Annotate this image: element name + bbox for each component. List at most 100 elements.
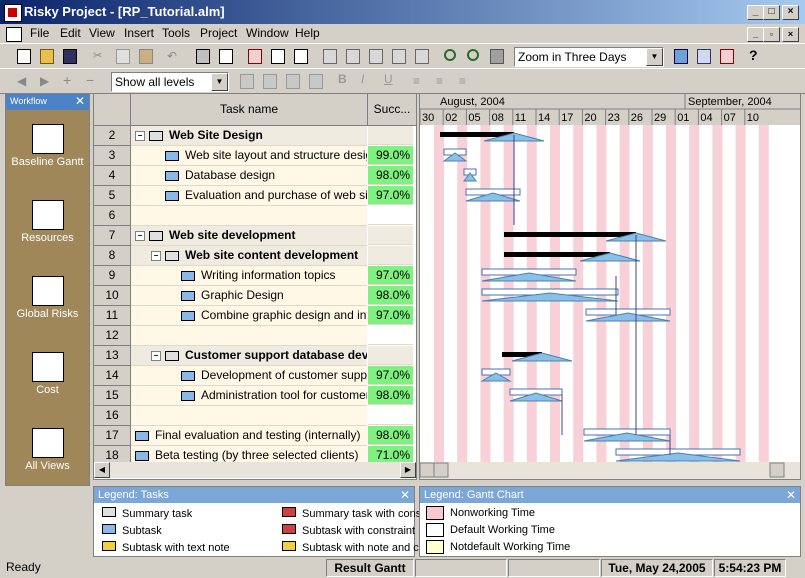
mdi-restore-button[interactable]: ▫ bbox=[763, 27, 780, 42]
paste-button[interactable] bbox=[136, 47, 154, 65]
close-icon[interactable]: ✕ bbox=[75, 94, 85, 108]
table-row[interactable]: 6 bbox=[94, 206, 416, 226]
task-name-cell[interactable]: Evaluation and purchase of web site t bbox=[131, 186, 367, 206]
success-cell[interactable]: 98.0% bbox=[368, 286, 413, 305]
table-row[interactable]: 12 bbox=[94, 326, 416, 346]
task-name-cell[interactable]: Graphic Design bbox=[131, 286, 367, 306]
task-name-cell[interactable]: Database design bbox=[131, 166, 367, 186]
table-row[interactable]: 11 Combine graphic design and inforr 97.0% bbox=[94, 306, 416, 326]
success-cell[interactable]: 97.0% bbox=[368, 366, 413, 385]
task-name-cell[interactable] bbox=[131, 406, 367, 426]
task-name-cell[interactable]: − Web site development bbox=[131, 226, 367, 246]
success-cell[interactable]: 97.0% bbox=[368, 306, 413, 325]
app-icon[interactable] bbox=[4, 4, 22, 22]
success-cell[interactable] bbox=[368, 246, 413, 265]
gantt-view-button[interactable] bbox=[245, 47, 263, 65]
mdi-close-button[interactable]: × bbox=[782, 27, 799, 42]
align-center-icon[interactable]: ≡ bbox=[433, 72, 451, 90]
align-bottom-button[interactable] bbox=[306, 72, 324, 90]
success-cell[interactable] bbox=[368, 226, 413, 245]
task-name-cell[interactable]: − Customer support database dev bbox=[131, 346, 367, 366]
task-name-cell[interactable]: Writing information topics bbox=[131, 266, 367, 286]
table-row[interactable]: 9 Writing information topics 97.0% bbox=[94, 266, 416, 286]
menu-file[interactable]: File bbox=[30, 26, 49, 40]
success-cell[interactable] bbox=[368, 406, 413, 425]
binoculars-icon[interactable] bbox=[487, 47, 505, 65]
success-cell[interactable] bbox=[368, 126, 413, 145]
table-row[interactable]: 4 Database design 98.0% bbox=[94, 166, 416, 186]
task-name-cell[interactable] bbox=[131, 326, 367, 346]
success-cell[interactable] bbox=[368, 206, 413, 225]
risk-button[interactable] bbox=[717, 47, 735, 65]
close-icon[interactable]: ✕ bbox=[786, 487, 796, 503]
success-header[interactable]: Succ... bbox=[368, 94, 416, 126]
success-cell[interactable]: 98.0% bbox=[368, 386, 413, 405]
minus-icon[interactable]: − bbox=[83, 72, 101, 90]
close-button[interactable]: × bbox=[782, 5, 799, 20]
cut-button[interactable]: ✂ bbox=[90, 47, 108, 65]
split-button[interactable] bbox=[412, 47, 430, 65]
arrow-left-icon[interactable]: ◀ bbox=[14, 72, 32, 90]
task-name-cell[interactable]: Development of customer support bbox=[131, 366, 367, 386]
help-icon[interactable]: ? bbox=[746, 47, 764, 65]
menu-window[interactable]: Window bbox=[246, 26, 289, 40]
maximize-button[interactable]: □ bbox=[763, 5, 780, 20]
collapse-icon[interactable]: − bbox=[151, 250, 161, 261]
success-cell[interactable]: 98.0% bbox=[368, 426, 413, 445]
collapse-icon[interactable]: − bbox=[151, 350, 161, 361]
print-button[interactable] bbox=[193, 47, 211, 65]
undo-button[interactable]: ↶ bbox=[164, 47, 182, 65]
plus-icon[interactable]: + bbox=[60, 72, 78, 90]
align-top-button[interactable] bbox=[237, 72, 255, 90]
indent-button[interactable] bbox=[320, 47, 338, 65]
table-row[interactable]: 13 − Customer support database dev bbox=[94, 346, 416, 366]
document-icon[interactable] bbox=[6, 27, 22, 42]
task-name-cell[interactable]: − Web site content development bbox=[131, 246, 367, 266]
chevron-down-icon[interactable]: ▼ bbox=[646, 48, 663, 66]
task-name-cell[interactable]: Administration tool for customer su bbox=[131, 386, 367, 406]
underline-button[interactable]: U bbox=[381, 72, 399, 90]
align-grid-button[interactable] bbox=[283, 72, 301, 90]
table-row[interactable]: 17 Final evaluation and testing (internal… bbox=[94, 426, 416, 446]
menu-help[interactable]: Help bbox=[295, 26, 320, 40]
chevron-down-icon[interactable]: ▼ bbox=[211, 73, 228, 91]
collapse-icon[interactable]: − bbox=[135, 130, 145, 141]
success-cell[interactable]: 97.0% bbox=[368, 266, 413, 285]
minimize-button[interactable]: _ bbox=[747, 5, 764, 20]
workflow-toggle-button[interactable] bbox=[671, 47, 689, 65]
calendar-button[interactable] bbox=[291, 47, 309, 65]
grid-horizontal-scrollbar[interactable]: ◀ ▶ bbox=[94, 462, 416, 478]
table-row[interactable]: 5 Evaluation and purchase of web site t 97… bbox=[94, 186, 416, 206]
task-name-cell[interactable]: Web site layout and structure design bbox=[131, 146, 367, 166]
table-row[interactable]: 3 Web site layout and structure design 99.… bbox=[94, 146, 416, 166]
table-row[interactable]: 8 − Web site content development bbox=[94, 246, 416, 266]
new-button[interactable] bbox=[14, 47, 32, 65]
bold-button[interactable]: B bbox=[335, 72, 353, 90]
success-cell[interactable] bbox=[368, 346, 413, 365]
table-row[interactable]: 14 Development of customer support 97.0% bbox=[94, 366, 416, 386]
task-name-cell[interactable]: − Web Site Design bbox=[131, 126, 367, 146]
menu-view[interactable]: View bbox=[89, 26, 115, 40]
levels-select[interactable]: Show all levels ▼ bbox=[111, 72, 229, 92]
task-name-header[interactable]: Task name bbox=[131, 94, 368, 126]
arrow-right-icon[interactable]: ▶ bbox=[37, 72, 55, 90]
italic-button[interactable]: I bbox=[358, 72, 376, 90]
success-cell[interactable]: 99.0% bbox=[368, 146, 413, 165]
outdent-button[interactable] bbox=[343, 47, 361, 65]
table-row[interactable]: 2− Web Site Design bbox=[94, 126, 416, 146]
menu-insert[interactable]: Insert bbox=[124, 26, 154, 40]
menu-edit[interactable]: Edit bbox=[60, 26, 81, 40]
success-cell[interactable] bbox=[368, 326, 413, 345]
table-row[interactable]: 10 Graphic Design 98.0% bbox=[94, 286, 416, 306]
align-left-icon[interactable]: ≡ bbox=[410, 72, 428, 90]
zoom-in-icon[interactable] bbox=[441, 47, 459, 65]
open-button[interactable] bbox=[37, 47, 55, 65]
table-row[interactable]: 16 bbox=[94, 406, 416, 426]
zoom-select[interactable]: Zoom in Three Days ▼ bbox=[514, 47, 664, 67]
table-row[interactable]: 7− Web site development bbox=[94, 226, 416, 246]
network-button[interactable] bbox=[694, 47, 712, 65]
success-cell[interactable]: 97.0% bbox=[368, 186, 413, 205]
mdi-minimize-button[interactable]: _ bbox=[747, 27, 764, 42]
collapse-icon[interactable]: − bbox=[135, 230, 145, 241]
save-button[interactable] bbox=[60, 47, 78, 65]
